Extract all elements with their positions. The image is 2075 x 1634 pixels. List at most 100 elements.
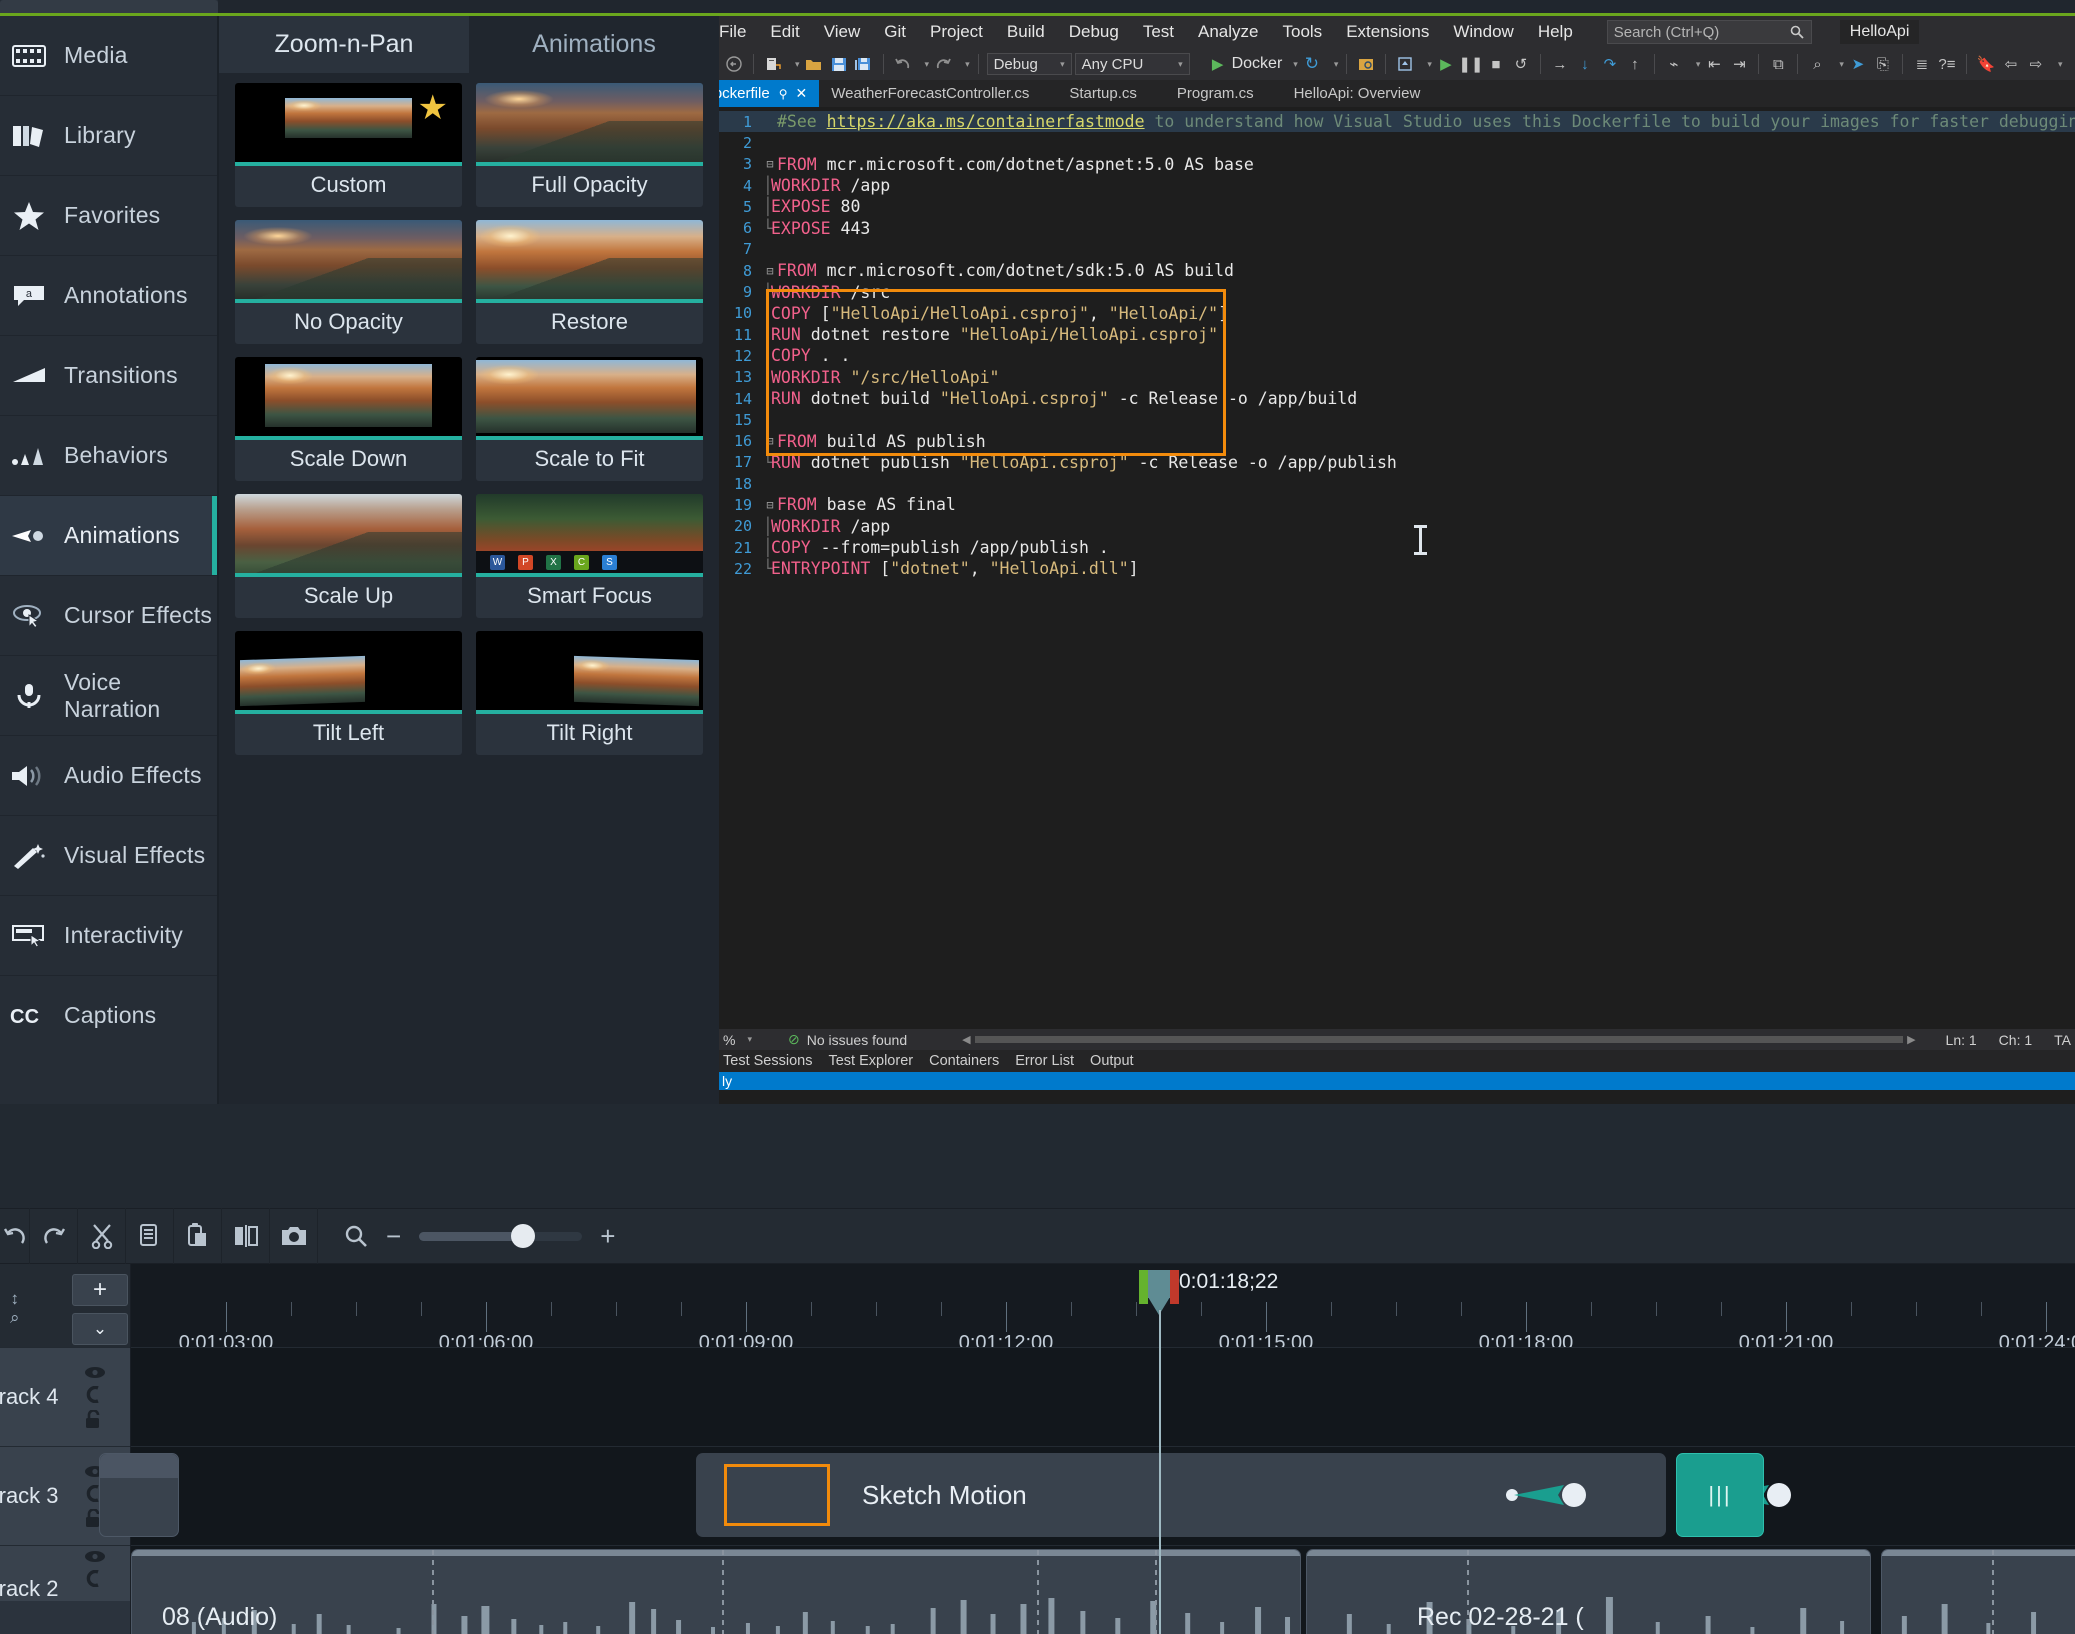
mute-icon[interactable] — [84, 1385, 106, 1403]
timeline-clip-teal[interactable]: ||| — [1676, 1453, 1764, 1537]
unlocked-icon[interactable] — [84, 1409, 106, 1429]
sidebar-item-captions[interactable]: CC Captions — [0, 976, 217, 1055]
undo-button[interactable] — [0, 1208, 30, 1264]
menu-help[interactable]: Help — [1526, 22, 1585, 42]
mute-icon[interactable] — [84, 1570, 106, 1587]
restart-icon[interactable]: ↺ — [1510, 53, 1532, 75]
refresh-icon[interactable]: ↻ — [1301, 53, 1323, 75]
vs-search-input[interactable]: Search (Ctrl+Q) — [1606, 20, 1812, 44]
chevron-down-icon[interactable]: ▾ — [965, 59, 970, 70]
panel-tab-containers[interactable]: Containers — [929, 1053, 999, 1069]
previous-bookmark-icon[interactable]: ⇦ — [2000, 53, 2022, 75]
step-out-icon[interactable]: ↷ — [1599, 53, 1621, 75]
cut-button[interactable] — [78, 1208, 126, 1264]
next-bookmark-icon[interactable]: ⇨ — [2025, 53, 2047, 75]
animation-preset-tilt-right[interactable]: Tilt Right — [476, 631, 703, 755]
paste-button[interactable] — [174, 1208, 222, 1264]
sidebar-item-audio-effects[interactable]: Audio Effects — [0, 736, 217, 815]
animation-preset-scale-down[interactable]: Scale Down — [235, 357, 462, 481]
code-editor[interactable]: 1 #See https://aka.ms/containerfastmode … — [719, 107, 2075, 1029]
chevron-down-icon[interactable]: ▾ — [925, 59, 930, 70]
track-header-track-2[interactable]: Track 2 — [0, 1545, 130, 1601]
copy-lines-icon[interactable]: ⎘ — [1872, 53, 1894, 75]
chevron-down-icon[interactable]: ▾ — [1839, 59, 1844, 70]
split-button[interactable] — [222, 1208, 270, 1264]
navigate-backward-icon[interactable] — [723, 53, 745, 75]
scroll-left-icon[interactable]: ◀ — [962, 1033, 970, 1046]
timeline-clip-partial[interactable] — [99, 1453, 179, 1537]
sidebar-item-annotations[interactable]: a Annotations — [0, 256, 217, 335]
tab-program[interactable]: Program.cs — [1149, 80, 1266, 107]
zoom-search-icon[interactable] — [344, 1224, 368, 1248]
format-document-icon[interactable]: ≣ — [1911, 53, 1933, 75]
animation-preset-tilt-left[interactable]: Tilt Left — [235, 631, 462, 755]
step-into-icon[interactable]: ↓ — [1574, 53, 1596, 75]
quick-actions-icon[interactable]: ?≡ — [1936, 53, 1958, 75]
new-project-icon[interactable] — [762, 53, 784, 75]
redo-button[interactable] — [30, 1208, 78, 1264]
fold-toggle-icon[interactable]: ⊟ — [763, 434, 777, 448]
save-icon[interactable] — [828, 53, 850, 75]
menu-view[interactable]: View — [812, 22, 873, 42]
animation-preset-scale-up[interactable]: Scale Up — [235, 494, 462, 618]
step-over-icon[interactable]: → — [1549, 53, 1571, 75]
menu-test[interactable]: Test — [1131, 22, 1186, 42]
indent-decrease-icon[interactable]: ⇤ — [1703, 53, 1725, 75]
configuration-select[interactable]: Debug ▾ — [986, 53, 1072, 75]
save-all-icon[interactable] — [853, 53, 875, 75]
timeline-lane-track-2[interactable]: 08 (Audio) Rec 02-28-21 ( — [131, 1545, 2075, 1634]
timeline-lane-track-3[interactable]: Sketch Motion ||| — [99, 1446, 2075, 1545]
chevron-down-icon[interactable]: ▾ — [1696, 59, 1701, 70]
panel-tab-test-sessions[interactable]: Test Sessions — [723, 1053, 812, 1069]
chevron-down-icon[interactable]: ▾ — [747, 1034, 752, 1045]
scroll-right-icon[interactable]: ▶ — [1907, 1033, 1915, 1046]
sidebar-item-media[interactable]: Media — [0, 16, 217, 95]
zoom-out-button[interactable]: − — [386, 1221, 401, 1252]
tab-zoom-n-pan[interactable]: Zoom-n-Pan — [219, 16, 469, 73]
tab-animations[interactable]: Animations — [469, 16, 719, 73]
horizontal-scrollbar[interactable] — [974, 1036, 1904, 1043]
comment-icon[interactable]: ⌁ — [1663, 53, 1685, 75]
tab-startup[interactable]: Startup.cs — [1041, 80, 1149, 107]
panel-tab-test-explorer[interactable]: Test Explorer — [828, 1053, 913, 1069]
chevron-down-icon[interactable]: ▾ — [1334, 59, 1339, 70]
pause-icon[interactable]: ❚❚ — [1458, 53, 1483, 75]
fold-toggle-icon[interactable]: ⊟ — [763, 157, 777, 171]
menu-window[interactable]: Window — [1441, 22, 1525, 42]
sidebar-item-transitions[interactable]: Transitions — [0, 336, 217, 415]
code-link[interactable]: https://aka.ms/containerfastmode — [827, 112, 1145, 131]
timeline-audio-clip-1[interactable]: 08 (Audio) — [131, 1549, 1301, 1634]
menu-project[interactable]: Project — [918, 22, 995, 42]
visible-icon[interactable] — [84, 1366, 106, 1379]
panel-tab-error-list[interactable]: Error List — [1015, 1053, 1074, 1069]
sidebar-item-interactivity[interactable]: Interactivity — [0, 896, 217, 975]
sidebar-item-visual-effects[interactable]: Visual Effects — [0, 816, 217, 895]
redo-icon[interactable] — [932, 53, 954, 75]
sidebar-item-favorites[interactable]: Favorites — [0, 176, 217, 255]
animation-preset-full-opacity[interactable]: Full Opacity — [476, 83, 703, 207]
fold-toggle-icon[interactable]: ⊟ — [763, 264, 777, 278]
zoom-in-button[interactable]: + — [600, 1221, 615, 1252]
timeline-zoom-slider[interactable] — [419, 1223, 583, 1248]
live-share-icon[interactable] — [1355, 53, 1377, 75]
animation-preset-no-opacity[interactable]: No Opacity — [235, 220, 462, 344]
stop-icon[interactable]: ■ — [1485, 53, 1507, 75]
start-debug-icon[interactable]: ▶ — [1435, 53, 1457, 75]
menu-build[interactable]: Build — [995, 22, 1057, 42]
keyframe-group-1[interactable] — [1506, 1480, 1596, 1510]
platform-select[interactable]: Any CPU ▾ — [1074, 53, 1190, 75]
open-file-icon[interactable] — [803, 53, 825, 75]
menu-git[interactable]: Git — [872, 22, 918, 42]
pin-icon[interactable]: ⚲ — [779, 87, 788, 101]
close-icon[interactable]: ✕ — [795, 85, 807, 102]
panel-tab-output[interactable]: Output — [1090, 1053, 1134, 1069]
bookmark-icon[interactable]: 🔖 — [1975, 53, 1997, 75]
chevron-down-icon[interactable]: ▾ — [795, 59, 800, 70]
animation-preset-restore[interactable]: Restore — [476, 220, 703, 344]
sidebar-item-animations[interactable]: Animations — [0, 496, 217, 575]
timeline-lane-track-4[interactable] — [131, 1347, 2075, 1446]
toolbox-icon[interactable]: ⧉ — [1767, 53, 1789, 75]
track-height-icon[interactable]: ↕ ⌕ — [10, 1289, 20, 1327]
indent-increase-icon[interactable]: ⇥ — [1728, 53, 1750, 75]
menu-debug[interactable]: Debug — [1057, 22, 1131, 42]
